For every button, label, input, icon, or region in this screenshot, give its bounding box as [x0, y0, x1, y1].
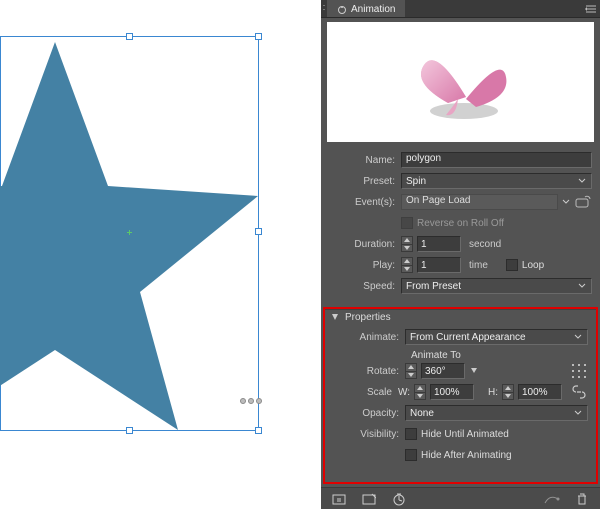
label-name: Name: — [329, 155, 401, 166]
animation-panel: Animation Name: polygon — [321, 0, 600, 509]
duration-stepper[interactable] — [401, 236, 413, 252]
reverse-checkbox — [401, 217, 413, 229]
panel-tabbar: Animation — [321, 0, 600, 18]
label-loop: Loop — [522, 260, 544, 271]
chevron-down-icon — [573, 332, 583, 342]
label-opacity: Opacity: — [333, 408, 405, 419]
chevron-down-icon — [577, 281, 587, 291]
label-preset: Preset: — [329, 176, 401, 187]
label-reverse: Reverse on Roll Off — [417, 218, 504, 229]
preset-select[interactable]: Spin — [401, 173, 592, 189]
hide-until-checkbox[interactable] — [405, 428, 417, 440]
name-input[interactable]: polygon — [401, 152, 592, 168]
timing-panel-button[interactable] — [389, 491, 409, 507]
panel-footer — [321, 487, 600, 509]
loop-checkbox[interactable] — [506, 259, 518, 271]
label-scale-w: W: — [398, 387, 410, 398]
tab-label: Animation — [351, 4, 395, 15]
opacity-select[interactable]: None — [405, 405, 588, 421]
label-hide-after: Hide After Animating — [421, 450, 512, 461]
panel-menu-button[interactable] — [582, 0, 600, 17]
animation-icon — [337, 5, 347, 15]
animate-to-label: Animate To — [333, 350, 588, 361]
document-canvas[interactable] — [0, 0, 321, 509]
scale-w-input[interactable]: 100% — [430, 384, 474, 400]
label-speed: Speed: — [329, 281, 401, 292]
play-unit: time — [469, 260, 488, 271]
animation-preview[interactable] — [327, 22, 594, 142]
label-events: Event(s): — [329, 197, 401, 208]
label-rotate: Rotate: — [333, 366, 405, 377]
properties-highlight-box: Properties Animate: From Current Appeara… — [323, 307, 598, 484]
chevron-down-icon — [577, 176, 587, 186]
scale-h-input[interactable]: 100% — [518, 384, 562, 400]
duration-unit: second — [469, 239, 501, 250]
scale-h-stepper[interactable] — [502, 384, 514, 400]
label-animate: Animate: — [333, 332, 405, 343]
rotate-direction-select[interactable] — [469, 365, 479, 378]
events-dropdown-arrow[interactable] — [562, 197, 570, 208]
preview-spread-button[interactable] — [329, 491, 349, 507]
label-scale-h: H: — [488, 387, 498, 398]
rotate-input[interactable]: 360° — [421, 363, 465, 379]
show-proxy-button[interactable] — [359, 491, 379, 507]
disclosure-triangle-icon — [331, 313, 341, 323]
duration-input[interactable]: 1 — [417, 236, 461, 252]
trash-button[interactable] — [572, 491, 592, 507]
constrain-proportions-icon[interactable] — [570, 384, 588, 400]
label-duration: Duration: — [329, 239, 401, 250]
label-visibility: Visibility: — [333, 429, 405, 440]
label-scale: Scale — [333, 387, 398, 398]
tab-animation[interactable]: Animation — [327, 0, 405, 17]
label-hide-until: Hide Until Animated — [421, 429, 509, 440]
properties-header[interactable]: Properties — [325, 309, 596, 325]
chevron-down-icon — [573, 408, 583, 418]
convert-to-motion-path-button[interactable] — [542, 491, 562, 507]
play-input[interactable]: 1 — [417, 257, 461, 273]
hide-after-checkbox[interactable] — [405, 449, 417, 461]
rotate-stepper[interactable] — [405, 363, 417, 379]
path-end-marker — [240, 398, 262, 404]
speed-select[interactable]: From Preset — [401, 278, 592, 294]
events-value: On Page Load — [401, 194, 558, 210]
play-stepper[interactable] — [401, 257, 413, 273]
transform-origin-proxy[interactable] — [570, 363, 588, 379]
label-play: Play: — [329, 260, 401, 271]
scale-w-stepper[interactable] — [414, 384, 426, 400]
animate-select[interactable]: From Current Appearance — [405, 329, 588, 345]
center-point — [127, 230, 132, 235]
panel-grip[interactable] — [321, 0, 327, 17]
create-button-trigger[interactable] — [574, 194, 592, 210]
properties-title: Properties — [345, 312, 391, 323]
